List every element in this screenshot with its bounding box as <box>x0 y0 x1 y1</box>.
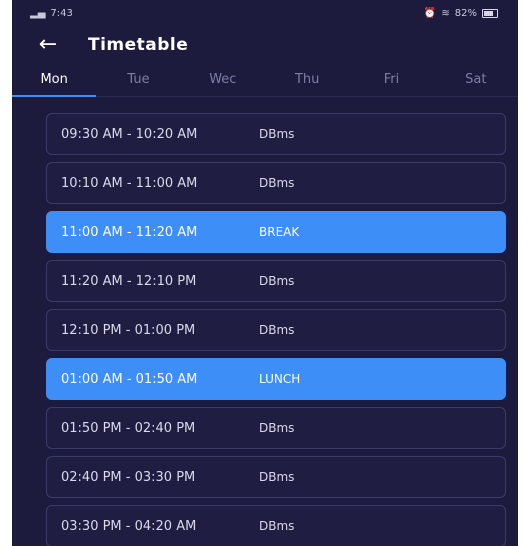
status-time: 7:43 <box>50 7 73 19</box>
slot-subject: DBms <box>259 470 295 484</box>
timetable-slot[interactable]: 01:00 AM - 01:50 AM LUNCH <box>46 358 506 400</box>
slot-subject: LUNCH <box>259 372 301 386</box>
tab-fri[interactable]: Fri <box>349 64 433 96</box>
timetable-slot[interactable]: 12:10 PM - 01:00 PM DBms <box>46 309 506 351</box>
slot-time: 11:00 AM - 11:20 AM <box>61 224 198 240</box>
timetable-slot[interactable]: 10:10 AM - 11:00 AM DBms <box>46 162 506 204</box>
timetable-slot[interactable]: 11:00 AM - 11:20 AM BREAK <box>46 211 506 253</box>
app-bar: ← Timetable <box>12 26 518 64</box>
tab-tue[interactable]: Tue <box>96 64 180 96</box>
slot-subject: DBms <box>259 127 295 141</box>
tab-mon[interactable]: Mon <box>12 64 97 97</box>
page-title: Timetable <box>88 35 189 55</box>
slot-time: 10:10 AM - 11:00 AM <box>61 175 198 191</box>
phone-screen: ▂▄ 7:43 ⏰ ≋ 82% ← Timetable Mon Tue Wec Thu… <box>12 0 518 546</box>
arrow-left-icon[interactable]: ← <box>18 34 78 56</box>
timetable-slot[interactable]: 02:40 PM - 03:30 PM DBms <box>46 456 506 498</box>
slot-time: 01:00 AM - 01:50 AM <box>61 371 198 387</box>
slot-time: 12:10 PM - 01:00 PM <box>61 322 196 338</box>
timetable-slot[interactable]: 11:20 AM - 12:10 PM DBms <box>46 260 506 302</box>
timetable-slot[interactable]: 09:30 AM - 10:20 AM DBms <box>46 113 506 155</box>
alarm-icon: ⏰ <box>423 7 437 19</box>
tab-wec[interactable]: Wec <box>181 64 265 96</box>
signal-icon: ▂▄ <box>30 7 46 19</box>
status-bar: ▂▄ 7:43 ⏰ ≋ 82% <box>12 0 518 26</box>
slot-time: 11:20 AM - 12:10 PM <box>61 273 197 289</box>
slot-time: 01:50 PM - 02:40 PM <box>61 420 196 436</box>
slot-subject: DBms <box>259 323 295 337</box>
slot-subject: DBms <box>259 519 295 533</box>
slot-time: 03:30 PM - 04:20 AM <box>61 518 197 534</box>
slot-time: 09:30 AM - 10:20 AM <box>61 126 198 142</box>
tab-sat[interactable]: Sat <box>434 64 518 96</box>
slot-subject: DBms <box>259 421 295 435</box>
day-tabs: Mon Tue Wec Thu Fri Sat <box>12 64 518 97</box>
slot-subject: DBms <box>259 274 295 288</box>
timetable-list: 09:30 AM - 10:20 AM DBms 10:10 AM - 11:00 … <box>12 97 518 546</box>
battery-percent: 82% <box>454 7 477 19</box>
timetable-slot[interactable]: 03:30 PM - 04:20 AM DBms <box>46 505 506 546</box>
battery-icon <box>482 8 498 18</box>
tab-thu[interactable]: Thu <box>265 64 349 96</box>
slot-subject: BREAK <box>259 225 300 239</box>
timetable-slot[interactable]: 01:50 PM - 02:40 PM DBms <box>46 407 506 449</box>
wifi-icon: ≋ <box>441 7 450 19</box>
slot-time: 02:40 PM - 03:30 PM <box>61 469 196 485</box>
slot-subject: DBms <box>259 176 295 190</box>
